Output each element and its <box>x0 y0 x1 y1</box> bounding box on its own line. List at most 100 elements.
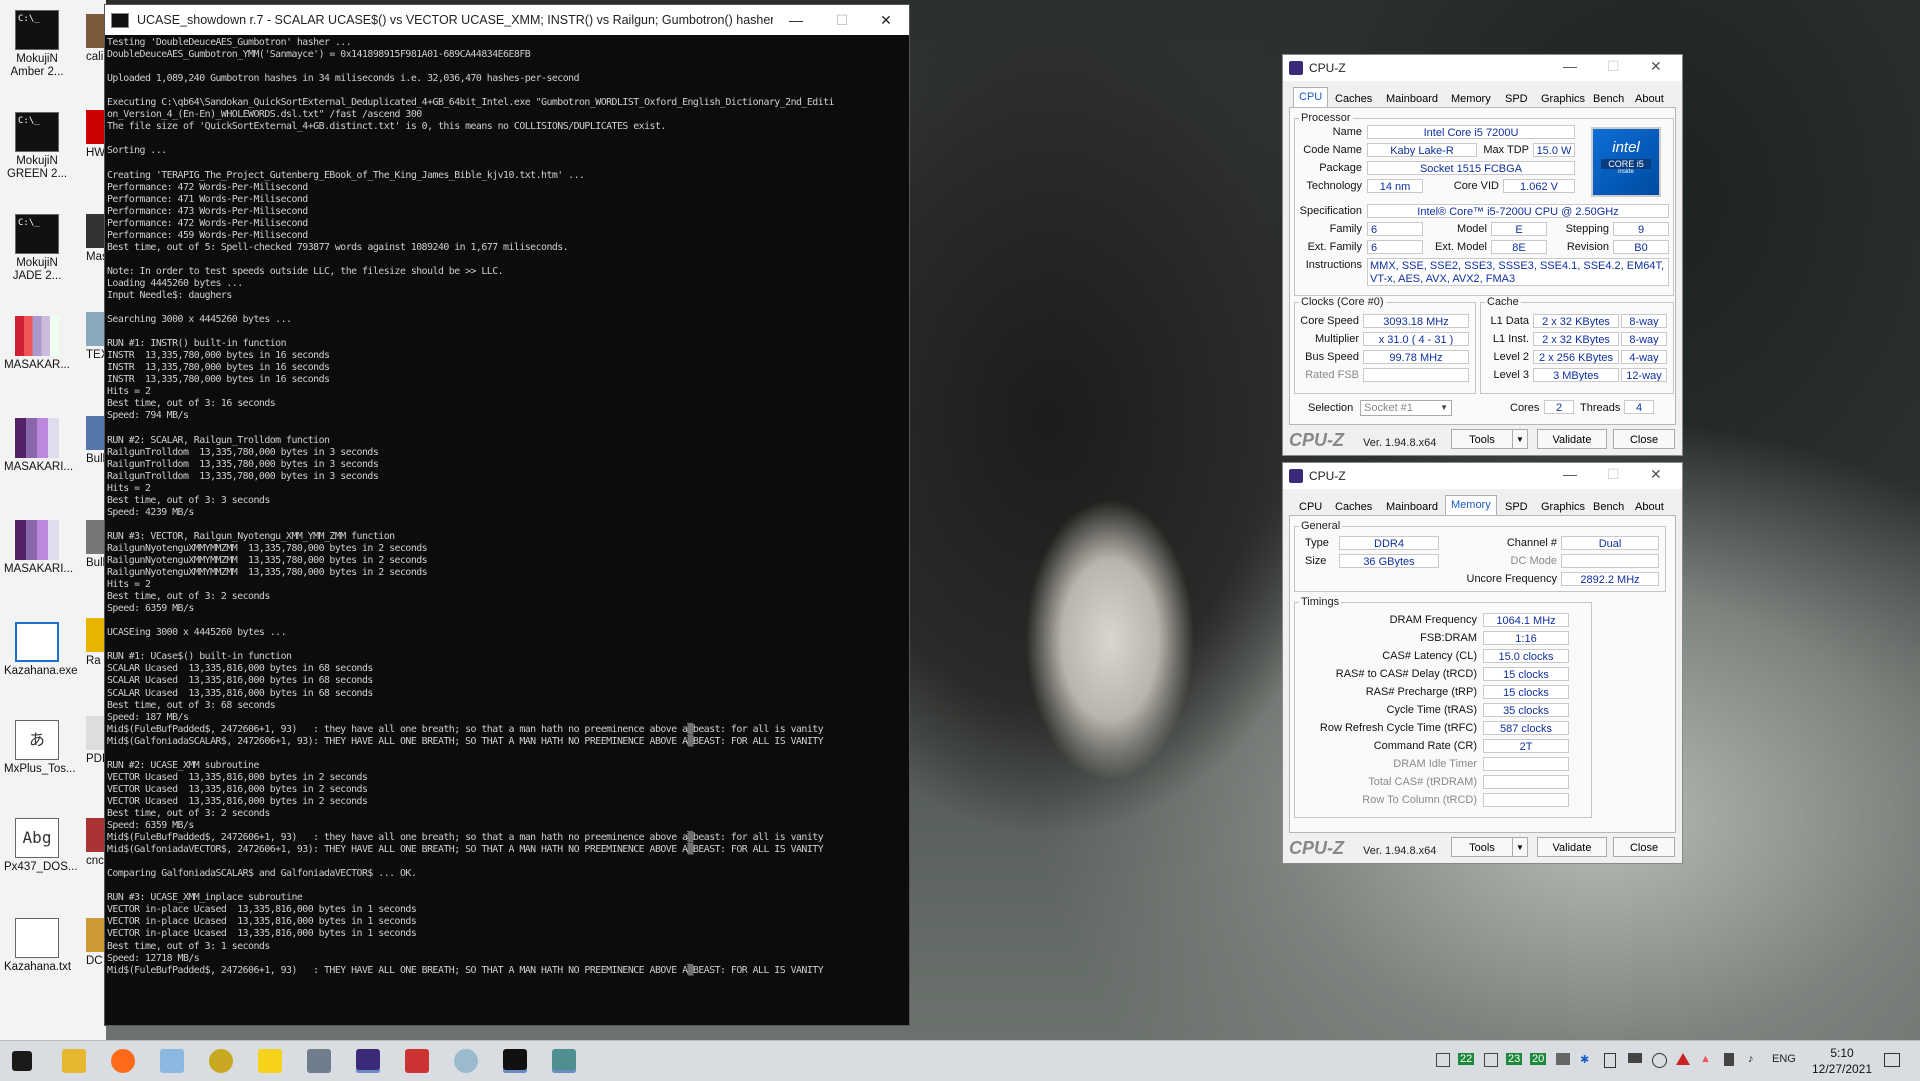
firefox-icon[interactable] <box>111 1049 135 1073</box>
field-label: DC Mode <box>1510 555 1557 567</box>
tab-about[interactable]: About <box>1629 89 1670 108</box>
tab-spd[interactable]: SPD <box>1499 89 1534 108</box>
close-button[interactable]: Close <box>1613 837 1675 857</box>
desktop-icon-masakari-1[interactable]: MASAKAR... <box>4 316 70 372</box>
tab-caches[interactable]: Caches <box>1329 497 1378 516</box>
tab-memory[interactable]: Memory <box>1445 89 1497 108</box>
tools-button[interactable]: Tools <box>1451 837 1513 857</box>
field-label: Code Name <box>1303 144 1362 156</box>
desktop-icon-masakari-3[interactable]: MASAKARI... <box>4 520 73 576</box>
tab-bench[interactable]: Bench <box>1587 497 1630 516</box>
cpuz-window-memory[interactable]: CPU-Z — ☐ ✕ CPU Caches Mainboard Memory … <box>1282 462 1683 864</box>
taskbar-clock[interactable]: 5:10 12/27/2021 <box>1802 1045 1882 1077</box>
clocks-group: Clocks (Core #0) Core Speed 3093.18 MHz … <box>1294 296 1476 394</box>
selection-dropdown[interactable]: Socket #1 ▼ <box>1360 400 1452 416</box>
app-icon[interactable] <box>160 1049 184 1073</box>
warning-icon[interactable] <box>1676 1053 1690 1065</box>
processor-group: Processor Name Intel Core i5 7200U Code … <box>1294 112 1674 296</box>
tab-mainboard[interactable]: Mainboard <box>1380 497 1444 516</box>
tray-temp-badge[interactable]: 20 <box>1530 1053 1547 1065</box>
minimize-button[interactable]: — <box>1563 466 1577 482</box>
field-label: Level 3 <box>1493 369 1529 381</box>
font-file-icon: Abg <box>15 818 59 858</box>
desktop-icon-masakari-2[interactable]: MASAKARI... <box>4 418 73 474</box>
field-label: Cores <box>1510 402 1540 414</box>
tab-about[interactable]: About <box>1629 497 1670 516</box>
tools-dropdown-button[interactable]: ▼ <box>1512 429 1528 449</box>
tab-caches[interactable]: Caches <box>1329 89 1378 108</box>
desktop-icon-kazahana-exe[interactable]: Kazahana.exe <box>4 622 78 678</box>
tray-temp-badge[interactable]: 23 <box>1506 1053 1523 1065</box>
app-icon[interactable] <box>454 1049 478 1073</box>
desktop-icon-kazahana-txt[interactable]: Kazahana.txt <box>4 918 71 974</box>
close-button[interactable]: Close <box>1613 429 1675 449</box>
language-indicator[interactable]: ENG <box>1772 1053 1796 1065</box>
console-titlebar[interactable]: UCASE_showdown r.7 - SCALAR UCASE$() vs … <box>105 5 909 35</box>
app-icon[interactable] <box>209 1049 233 1073</box>
close-button[interactable]: ✕ <box>1650 58 1662 75</box>
flame-icon[interactable]: ▲ <box>1700 1053 1711 1065</box>
family-value: 6 <box>1367 222 1423 236</box>
app-icon[interactable] <box>405 1049 429 1073</box>
maximize-button[interactable]: ☐ <box>1607 58 1620 75</box>
tray-icon[interactable] <box>1556 1053 1570 1065</box>
field-label: Family <box>1329 223 1362 235</box>
file-explorer-icon[interactable] <box>62 1049 86 1073</box>
tab-mainboard[interactable]: Mainboard <box>1380 89 1444 108</box>
tools-dropdown-button[interactable]: ▼ <box>1512 837 1528 857</box>
desktop-icon-label: Px437_DOS... <box>4 861 78 873</box>
tab-bench[interactable]: Bench <box>1587 89 1630 108</box>
cpuz-taskbar-icon[interactable] <box>356 1049 380 1073</box>
font-file-icon: あ <box>15 720 59 760</box>
bluetooth-icon[interactable]: ✱ <box>1580 1053 1589 1066</box>
logo-brand: intel <box>1612 139 1640 156</box>
app-icon[interactable] <box>552 1049 576 1073</box>
console-taskbar-icon[interactable] <box>503 1049 527 1073</box>
tab-cpu[interactable]: CPU <box>1293 87 1329 108</box>
tab-spd[interactable]: SPD <box>1499 497 1534 516</box>
cpuz-window-cpu[interactable]: CPU-Z — ☐ ✕ CPU Caches Mainboard Memory … <box>1282 54 1683 456</box>
cpuz-titlebar[interactable]: CPU-Z — ☐ ✕ <box>1283 55 1682 81</box>
tab-cpu[interactable]: CPU <box>1293 497 1328 516</box>
desktop-icon-px437-font[interactable]: Abg Px437_DOS... <box>4 818 78 874</box>
revision-value: B0 <box>1613 240 1669 254</box>
sticky-notes-icon[interactable] <box>258 1049 282 1073</box>
console-window[interactable]: UCASE_showdown r.7 - SCALAR UCASE$() vs … <box>104 4 910 1026</box>
desktop-icon-mokujin-green[interactable]: C:\_ MokujiN GREEN 2... <box>4 112 70 181</box>
minimize-button[interactable]: — <box>1563 58 1577 74</box>
desktop-icon-label: MokujiN JADE 2... <box>12 257 62 282</box>
tray-icon[interactable] <box>1484 1053 1498 1067</box>
tray-icon[interactable] <box>1604 1053 1616 1068</box>
logo-line: CORE i5 <box>1601 159 1651 169</box>
field-label: Core Speed <box>1300 315 1359 327</box>
tray-icon[interactable] <box>1628 1053 1642 1063</box>
speaker-icon[interactable]: ♪ <box>1748 1053 1754 1065</box>
cpuz-footer: CPU-Z Ver. 1.94.8.x64 Tools ▼ Validate C… <box>1283 425 1682 455</box>
field-label: Stepping <box>1565 223 1609 235</box>
tray-temp-badge[interactable]: 22 <box>1458 1053 1475 1065</box>
timing-value: 1064.1 MHz <box>1483 613 1569 627</box>
windows-start-icon[interactable] <box>12 1051 32 1071</box>
network-globe-icon[interactable] <box>1652 1053 1667 1068</box>
calculator-icon[interactable] <box>307 1049 331 1073</box>
tools-button[interactable]: Tools <box>1451 429 1513 449</box>
tab-graphics[interactable]: Graphics <box>1535 497 1591 516</box>
desktop-icon-mxplus-font[interactable]: あ MxPlus_Tos... <box>4 720 76 776</box>
desktop-icon-mokujin-amber[interactable]: C:\_ MokujiN Amber 2... <box>4 10 70 79</box>
validate-button[interactable]: Validate <box>1537 837 1607 857</box>
notifications-icon[interactable] <box>1884 1053 1900 1067</box>
desktop-icon-mokujin-jade[interactable]: C:\_ MokujiN JADE 2... <box>4 214 70 283</box>
close-button[interactable]: ✕ <box>863 5 909 35</box>
tab-graphics[interactable]: Graphics <box>1535 89 1591 108</box>
tray-icon[interactable] <box>1724 1053 1734 1066</box>
cpuz-titlebar[interactable]: CPU-Z — ☐ ✕ <box>1283 463 1682 489</box>
close-button[interactable]: ✕ <box>1650 466 1662 483</box>
minimize-button[interactable]: — <box>773 5 819 35</box>
validate-button[interactable]: Validate <box>1537 429 1607 449</box>
clock-date: 12/27/2021 <box>1811 1062 1873 1076</box>
maximize-button[interactable]: ☐ <box>1607 466 1620 483</box>
tray-icon[interactable] <box>1436 1053 1450 1067</box>
maximize-button[interactable]: ☐ <box>819 5 865 35</box>
tab-memory[interactable]: Memory <box>1445 495 1497 516</box>
bar-chart-icon <box>15 418 59 458</box>
